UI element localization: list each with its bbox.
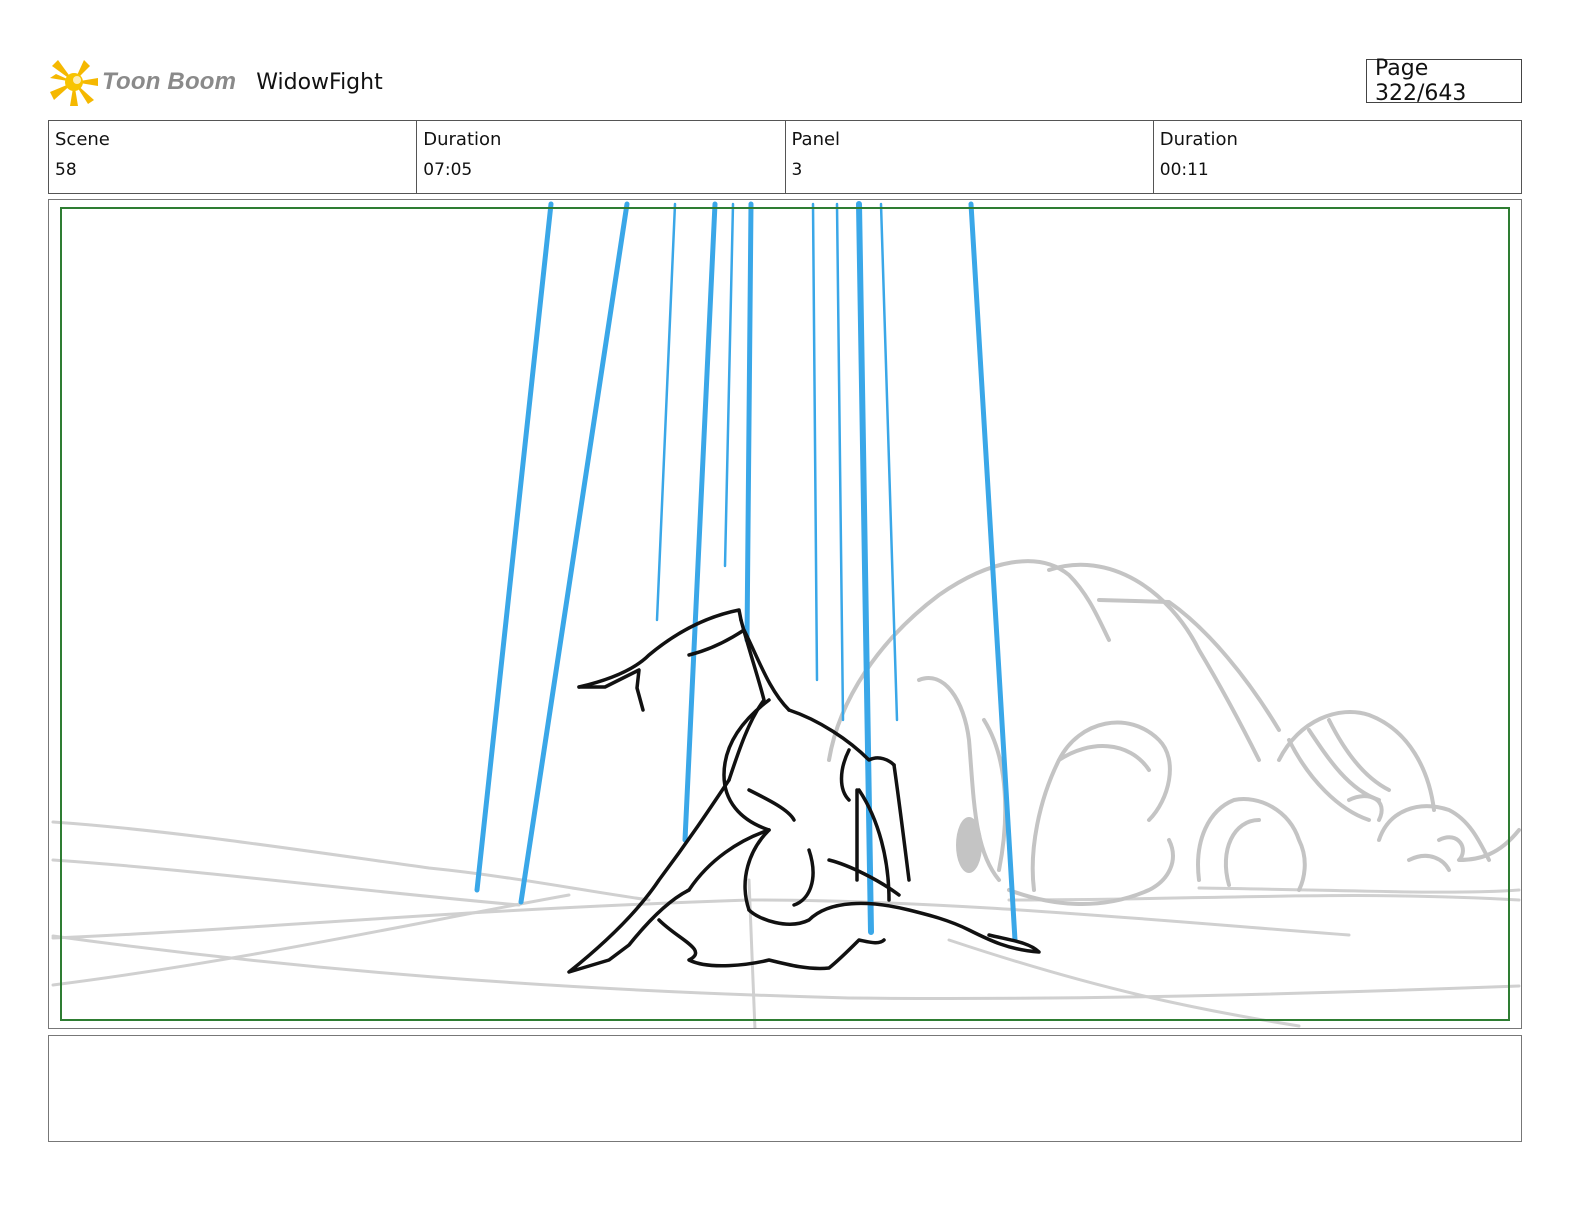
panel-duration-label: Duration [1159,129,1238,150]
logo-wordmark: Toon Boom [102,68,237,95]
figure-sketch [567,608,1041,974]
scene-label: Scene [55,129,110,150]
project-title: WidowFight [256,69,383,95]
storyboard-header: Toon Boom WidowFight [48,54,383,110]
scene-duration-label: Duration [423,129,502,150]
scene-duration-cell: Duration 07:05 [417,121,786,193]
panel-image-frame [48,199,1522,1029]
panel-duration-value: 00:11 [1159,160,1209,180]
scene-info-table: Scene 58 Duration 07:05 Panel 3 Duration… [48,120,1522,194]
storyboard-sketch [51,201,1521,1028]
panel-label: Panel [791,129,841,150]
scene-value: 58 [55,160,77,180]
background-creature-sketch [827,559,1521,906]
toon-boom-logo: Toon Boom [48,56,236,108]
panel-cell: Panel 3 [786,121,1154,193]
panel-value: 3 [791,160,803,180]
star-burst-icon [48,56,100,108]
light-beams [474,201,1018,943]
panel-duration-cell: Duration 00:11 [1154,121,1521,193]
scene-cell: Scene 58 [49,121,418,193]
page-indicator: Page 322/643 [1366,56,1522,106]
scene-duration-value: 07:05 [423,160,473,180]
panel-notes-box [48,1035,1522,1142]
